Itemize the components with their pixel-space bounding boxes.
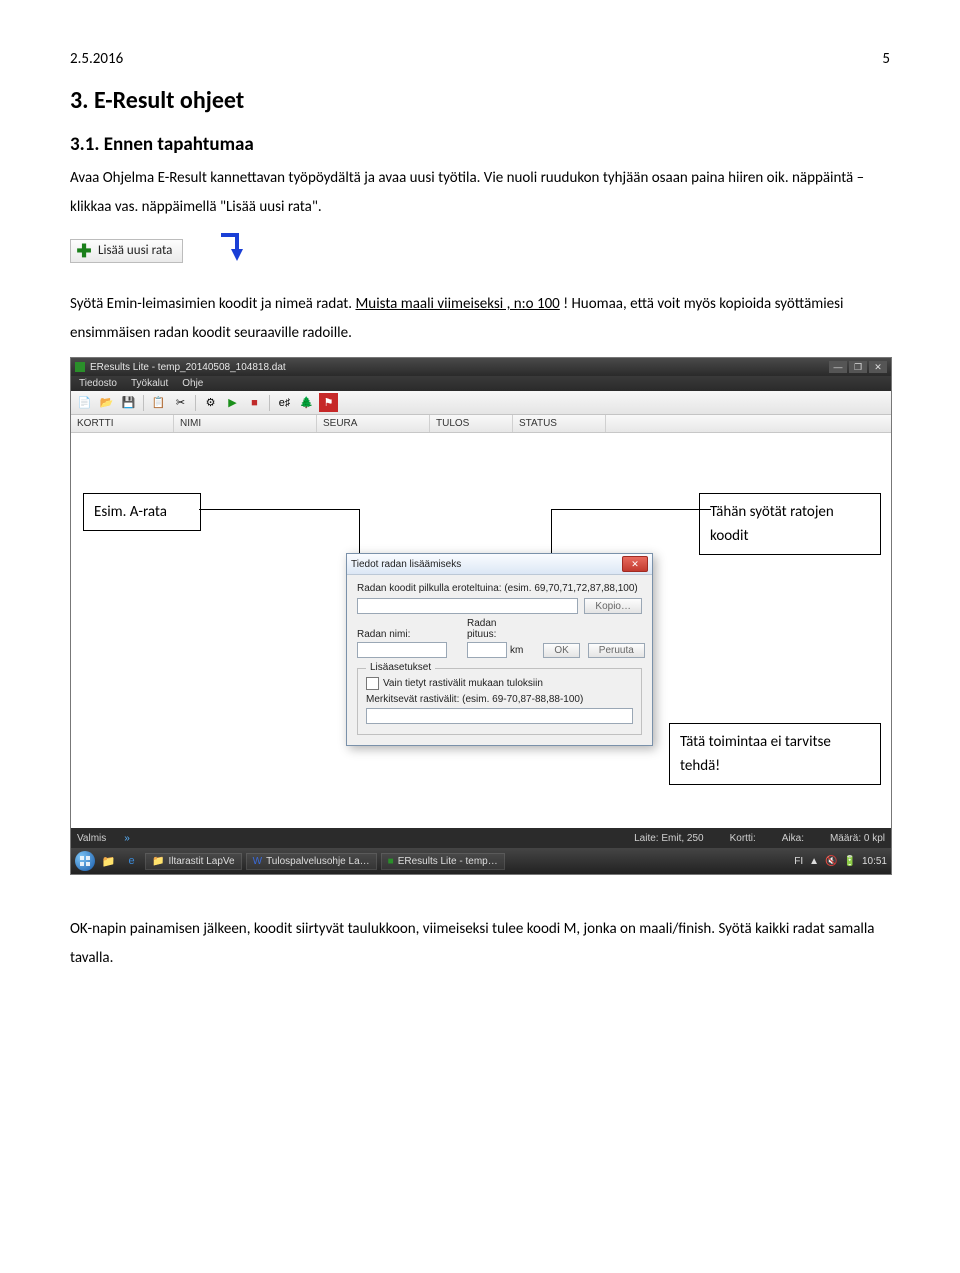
dialog-add-track: Tiedot radan lisäämiseks ✕ Radan koodit … (346, 553, 653, 746)
annotation-ei-tarvitse: Tätä toimintaa ei tarvitse tehdä! (669, 723, 881, 785)
task-item[interactable]: 📁Iltarastit LapVe (145, 853, 242, 870)
col-tulos[interactable]: TULOS (430, 415, 513, 432)
label-codes: Radan koodit pilkulla eroteltuina: (esim… (357, 583, 642, 594)
app-window: EResults Lite - temp_20140508_104818.dat… (70, 357, 892, 875)
label-merkitsevat: Merkitsevät rastivälit: (esim. 69-70,87-… (366, 694, 633, 705)
col-status[interactable]: STATUS (513, 415, 606, 432)
statusbar: Valmis » Laite: Emit, 250 Kortti: Aika: … (71, 828, 891, 848)
annotation-esim-a-rata: Esim. A-rata (83, 493, 201, 531)
stop-icon[interactable]: ■ (245, 393, 264, 412)
explorer-icon[interactable]: 📁 (99, 852, 118, 871)
app-icon (75, 362, 85, 372)
titlebar: EResults Lite - temp_20140508_104818.dat… (71, 358, 891, 376)
ie-icon[interactable]: e (122, 852, 141, 871)
open-icon[interactable]: 📂 (97, 393, 116, 412)
track-name-input[interactable] (357, 642, 447, 658)
toolbar-separator (269, 395, 270, 411)
merkitsevat-input[interactable] (366, 708, 633, 724)
tool-icon[interactable]: e♯ (275, 393, 294, 412)
tray-network-icon: 🔇 (825, 856, 837, 867)
task-label: Iltarastit LapVe (168, 856, 234, 867)
task-item[interactable]: WTulospalvelusohje La… (246, 853, 377, 870)
tray-clock: 10:51 (862, 856, 887, 867)
add-track-label: Lisää uusi rata (98, 243, 172, 258)
unit-km: km (510, 645, 523, 656)
label-track-length: Radan pituus: (467, 618, 523, 640)
task-item[interactable]: ■EResults Lite - temp… (381, 853, 505, 870)
status-emit: Laite: Emit, 250 (634, 833, 703, 844)
paragraph-2-underline: Muista maali viimeiseksi , n:o 100 (355, 295, 559, 313)
tray-battery-icon: 🔋 (844, 856, 856, 867)
menu-ohje[interactable]: Ohje (182, 378, 203, 389)
plus-icon: ✚ (76, 243, 92, 259)
paragraph-2: Syötä Emin-leimasimien koodit ja nimeä r… (70, 290, 890, 347)
track-length-input[interactable] (467, 642, 507, 658)
tree-icon[interactable]: 🌲 (297, 393, 316, 412)
codes-input[interactable] (357, 598, 578, 614)
col-seura[interactable]: SEURA (317, 415, 430, 432)
footer-paragraph: OK-napin painamisen jälkeen, koodit siir… (70, 915, 890, 972)
cut-icon[interactable]: ✂ (171, 393, 190, 412)
toolbar: 📄 📂 💾 📋 ✂ ⚙ ▶ ■ e♯ 🌲 ⚑ (71, 391, 891, 415)
tray-flag-icon: ▲ (809, 856, 819, 867)
play-icon[interactable]: ▶ (223, 393, 242, 412)
page-header: 2.5.2016 5 (70, 50, 890, 68)
copy-icon[interactable]: 📋 (149, 393, 168, 412)
menubar: Tiedosto Työkalut Ohje (71, 376, 891, 391)
checkbox-rastivalit[interactable] (366, 677, 379, 690)
column-headers: KORTTI NIMI SEURA TULOS STATUS (71, 415, 891, 433)
task-label: EResults Lite - temp… (398, 856, 498, 867)
subsection-heading: 3.1. Ennen tapahtumaa (70, 133, 890, 156)
toolbar-separator (195, 395, 196, 411)
system-tray: FI ▲ 🔇 🔋 10:51 (794, 856, 887, 867)
status-chevrons: » (124, 833, 130, 844)
annotation-koodit: Tähän syötät ratojen koodit (699, 493, 881, 555)
add-track-row: ✚ Lisää uusi rata (70, 231, 890, 270)
window-title: EResults Lite - temp_20140508_104818.dat (90, 362, 286, 373)
paragraph-1: Avaa Ohjelma E-Result kannettavan työpöy… (70, 164, 890, 221)
menu-tyokalut[interactable]: Työkalut (131, 378, 168, 389)
fieldset-legend: Lisäasetukset (366, 662, 435, 673)
content-area: Esim. A-rata Tähän syötät ratojen koodit… (71, 433, 891, 828)
cancel-button[interactable]: Peruuta (588, 643, 645, 658)
connector-line (551, 509, 711, 510)
dialog-close-button[interactable]: ✕ (622, 556, 648, 572)
col-nimi[interactable]: NIMI (174, 415, 317, 432)
dialog-titlebar: Tiedot radan lisäämiseks ✕ (347, 554, 652, 575)
arrow-down-icon (213, 231, 247, 270)
checkbox-label: Vain tietyt rastivälit mukaan tuloksiin (383, 678, 543, 689)
header-page-number: 5 (882, 50, 890, 68)
close-button[interactable]: ✕ (869, 361, 887, 373)
minimize-button[interactable]: — (829, 361, 847, 373)
maximize-button[interactable]: ❐ (849, 361, 867, 373)
save-icon[interactable]: 💾 (119, 393, 138, 412)
col-kortti[interactable]: KORTTI (71, 415, 174, 432)
dialog-title: Tiedot radan lisäämiseks (351, 559, 461, 570)
task-label: Tulospalvelusohje La… (266, 856, 370, 867)
label-track-name: Radan nimi: (357, 629, 447, 640)
status-kortti: Kortti: (730, 833, 756, 844)
header-date: 2.5.2016 (70, 50, 123, 68)
ok-button[interactable]: OK (543, 643, 579, 658)
status-ready: Valmis (77, 833, 106, 844)
fieldset-advanced: Lisäasetukset Vain tietyt rastivälit muk… (357, 668, 642, 735)
taskbar: 📁 e 📁Iltarastit LapVe WTulospalvelusohje… (71, 848, 891, 874)
flag-icon[interactable]: ⚑ (319, 393, 338, 412)
tray-lang[interactable]: FI (794, 856, 803, 867)
menu-tiedosto[interactable]: Tiedosto (79, 378, 117, 389)
status-maara: Määrä: 0 kpl (830, 833, 885, 844)
add-track-button[interactable]: ✚ Lisää uusi rata (70, 239, 183, 263)
start-button[interactable] (75, 851, 95, 871)
status-aika: Aika: (782, 833, 804, 844)
copy-button[interactable]: Kopio… (584, 598, 642, 614)
section-heading: 3. E-Result ohjeet (70, 86, 890, 115)
new-icon[interactable]: 📄 (75, 393, 94, 412)
paragraph-2a: Syötä Emin-leimasimien koodit ja nimeä r… (70, 295, 355, 313)
gear-icon[interactable]: ⚙ (201, 393, 220, 412)
connector-line (199, 509, 359, 510)
toolbar-separator (143, 395, 144, 411)
